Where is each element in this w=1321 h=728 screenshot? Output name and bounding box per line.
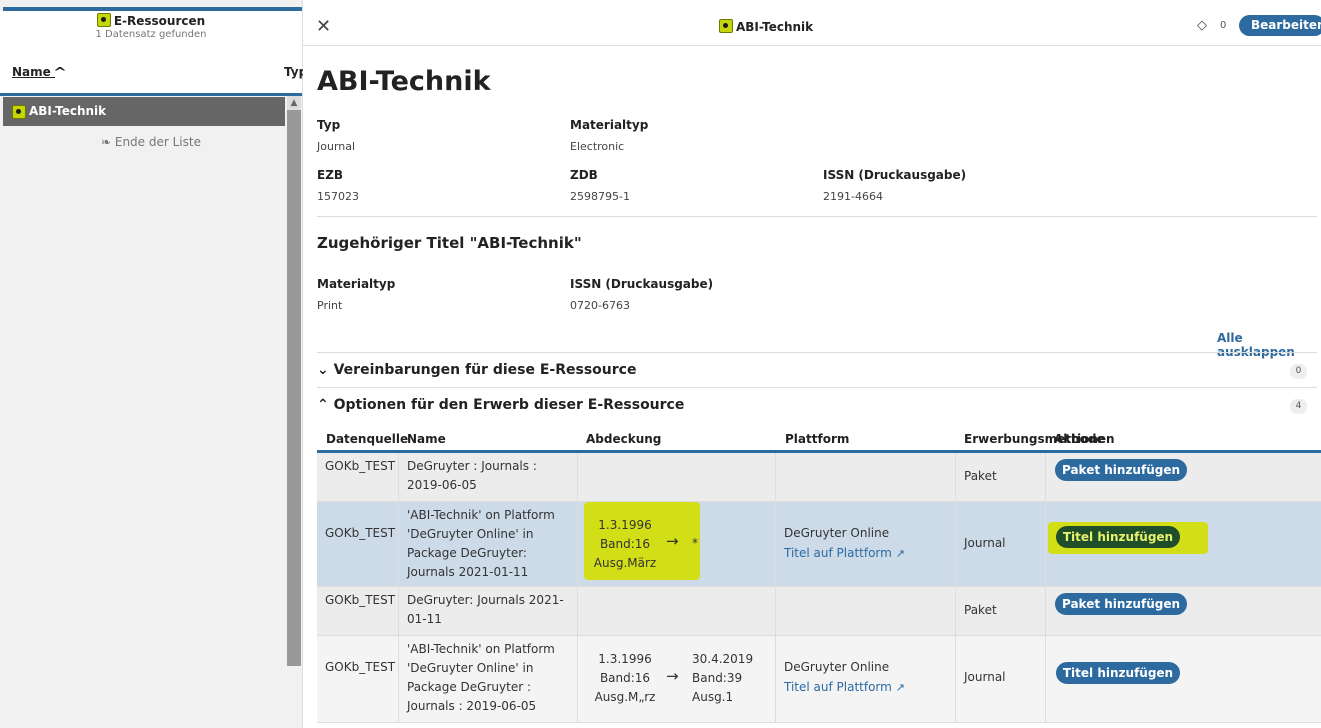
detail-header: ✕ ABI-Technik ◇ 0 Bearbeiten xyxy=(303,7,1321,46)
cell-name: DeGruyter : Journals : 2019-06-05 xyxy=(407,459,537,492)
cell-name: 'ABI-Technik' on Platform 'DeGruyter Onl… xyxy=(407,642,555,713)
cell-source: GOKb_TEST xyxy=(325,660,396,674)
list-header: E-Ressourcen 1 Datensatz gefunden xyxy=(0,11,302,47)
field-issn: ISSN (Druckausgabe) 2191-4664 xyxy=(823,168,967,203)
arrow-right-icon: → xyxy=(666,667,679,685)
field-materialtyp: Materialtyp Electronic xyxy=(570,118,649,153)
end-of-list: ❧ Ende der Liste xyxy=(101,135,201,149)
tag-icon[interactable]: ◇ xyxy=(1197,18,1207,33)
resource-list-pane: E-Ressourcen 1 Datensatz gefunden Name ^… xyxy=(0,0,307,728)
eresource-icon xyxy=(719,19,733,33)
divider xyxy=(317,216,1317,217)
accordion-acquisition-options[interactable]: ⌃ Optionen für den Erwerb dieser E-Resso… xyxy=(317,387,1317,423)
add-title-button[interactable]: Titel hinzufügen xyxy=(1056,526,1180,548)
field-typ: Typ Journal xyxy=(317,118,356,153)
cell-platform: DeGruyter Online xyxy=(784,526,890,540)
cell-coverage-end: * xyxy=(692,536,698,550)
accordion-agreements[interactable]: ⌄ Vereinbarungen für diese E-Ressource 0 xyxy=(317,352,1317,388)
col-name[interactable]: Name xyxy=(407,432,446,446)
cell-source: GOKb_TEST xyxy=(325,593,396,607)
cell-coverage-end: 30.4.2019 Band:39 Ausg.1 xyxy=(692,652,754,704)
edit-button[interactable]: Bearbeiten xyxy=(1239,15,1321,36)
table-row: GOKb_TEST 'ABI-Technik' on Platform 'DeG… xyxy=(317,636,1321,723)
cell-method: Paket xyxy=(964,469,997,483)
column-header: Name ^ Typ xyxy=(0,47,307,94)
accordion-acquisition-count: 4 xyxy=(1290,399,1307,414)
table-header: Datenquelle Name Abdeckung Plattform Erw… xyxy=(317,428,1321,453)
cell-source: GOKb_TEST xyxy=(325,526,396,540)
related-field-issn: ISSN (Druckausgabe) 0720-6763 xyxy=(570,277,714,312)
scroll-up-icon[interactable]: ▲ xyxy=(287,96,301,110)
platform-link[interactable]: Titel auf Plattform ↗ xyxy=(784,678,947,697)
cell-coverage-start: 1.3.1996 Band:16 Ausg.M„rz xyxy=(594,652,656,704)
acquisition-options-table: Datenquelle Name Abdeckung Plattform Erw… xyxy=(317,428,1321,723)
col-datenquelle[interactable]: Datenquelle xyxy=(326,432,408,446)
detail-pane: ✕ ABI-Technik ◇ 0 Bearbeiten ABI-Technik… xyxy=(303,0,1321,728)
list-item-label: ABI-Technik xyxy=(29,104,107,118)
accordion-acquisition-label: ⌃ Optionen für den Erwerb dieser E-Resso… xyxy=(317,397,685,413)
cell-name: DeGruyter: Journals 2021-01-11 xyxy=(407,593,564,626)
cell-coverage-start: 1.3.1996 Band:16 Ausg.März xyxy=(593,518,657,570)
eresource-icon xyxy=(12,105,26,119)
add-package-button[interactable]: Paket hinzufügen xyxy=(1055,459,1187,481)
platform-link[interactable]: Titel auf Plattform ↗ xyxy=(784,544,947,563)
cell-platform: DeGruyter Online xyxy=(784,660,890,674)
accordion-agreements-count: 0 xyxy=(1290,364,1307,379)
close-icon[interactable]: ✕ xyxy=(316,16,331,37)
detail-header-title: ABI-Technik xyxy=(719,19,813,34)
field-zdb: ZDB 2598795-1 xyxy=(570,168,630,203)
table-row: GOKb_TEST DeGruyter : Journals : 2019-06… xyxy=(317,453,1321,502)
col-plattform[interactable]: Plattform xyxy=(785,432,849,446)
cell-name: 'ABI-Technik' on Platform 'DeGruyter Onl… xyxy=(407,508,555,579)
col-abdeckung[interactable]: Abdeckung xyxy=(586,432,661,446)
list-title: E-Ressourcen xyxy=(113,14,206,28)
cell-method: Paket xyxy=(964,603,997,617)
list-scrollbar[interactable]: ▲ xyxy=(287,96,301,666)
table-row: GOKb_TEST 'ABI-Technik' on Platform 'DeG… xyxy=(317,502,1321,587)
page-title: ABI-Technik xyxy=(317,66,491,97)
external-link-icon: ↗ xyxy=(895,681,905,694)
tag-count: 0 xyxy=(1220,20,1227,31)
add-package-button[interactable]: Paket hinzufügen xyxy=(1055,593,1187,615)
arrow-right-icon: → xyxy=(666,532,679,550)
cell-method: Journal xyxy=(964,670,1006,684)
related-title-heading: Zugehöriger Titel "ABI-Technik" xyxy=(317,234,582,252)
list-divider xyxy=(0,93,302,96)
eresource-icon xyxy=(96,13,111,27)
related-field-materialtyp: Materialtyp Print xyxy=(317,277,396,312)
sort-by-name[interactable]: Name ^ xyxy=(12,65,68,79)
accordion-agreements-label: ⌄ Vereinbarungen für diese E-Ressource xyxy=(317,362,637,378)
list-item-abi-technik[interactable]: ABI-Technik xyxy=(3,97,285,126)
sort-up-icon: ^ xyxy=(52,65,68,79)
result-count: 1 Datensatz gefunden xyxy=(95,29,207,40)
cell-source: GOKb_TEST xyxy=(325,459,396,473)
add-title-button[interactable]: Titel hinzufügen xyxy=(1056,662,1180,684)
field-ezb: EZB 157023 xyxy=(317,168,359,203)
col-aktionen: Aktionen xyxy=(1054,432,1115,446)
cell-method: Journal xyxy=(964,536,1006,550)
table-row: GOKb_TEST DeGruyter: Journals 2021-01-11… xyxy=(317,587,1321,636)
external-link-icon: ↗ xyxy=(895,547,905,560)
